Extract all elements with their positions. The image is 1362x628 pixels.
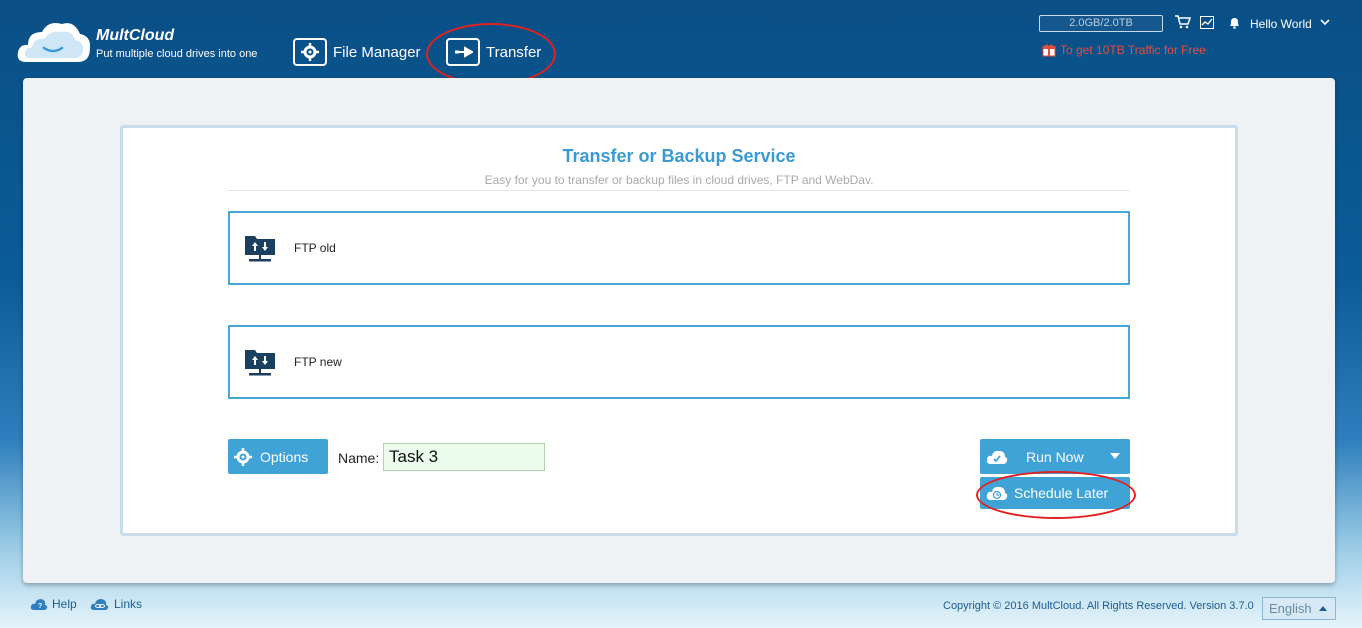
main-panel: Transfer or Backup Service Easy for you … (23, 78, 1335, 583)
cloud-clock-icon (986, 486, 1008, 500)
storage-usage: 2.0GB/2.0TB (1039, 15, 1163, 32)
link-cloud-icon (90, 598, 109, 610)
options-button[interactable]: Options (228, 439, 328, 474)
language-select[interactable]: English (1262, 597, 1336, 620)
divider (228, 190, 1130, 191)
help-label: Help (52, 597, 77, 611)
links-link[interactable]: Links (90, 597, 142, 611)
nav-transfer[interactable]: Transfer (446, 37, 541, 67)
nav-transfer-label: Transfer (486, 43, 542, 61)
gear-icon (234, 447, 252, 466)
user-name[interactable]: Hello World (1250, 17, 1312, 31)
header: MultCloud Put multiple cloud drives into… (0, 0, 1362, 85)
task-name-label: Name: (338, 450, 380, 466)
help-link[interactable]: ? Help (30, 597, 77, 611)
page-subtitle: Easy for you to transfer or backup files… (484, 173, 874, 187)
gear-folder-icon (293, 38, 327, 66)
multcloud-logo[interactable] (16, 18, 91, 66)
task-name-input[interactable] (383, 443, 545, 471)
chart-icon[interactable] (1200, 16, 1214, 29)
cloud-run-icon (986, 450, 1008, 464)
target-drive-label: FTP new (294, 355, 342, 369)
ftp-server-icon (245, 236, 275, 262)
brand-name: MultCloud (96, 27, 175, 44)
promo-text: To get 10TB Traffic for Free (1060, 43, 1206, 57)
run-now-label: Run Now (1026, 448, 1084, 465)
language-label: English (1269, 601, 1312, 616)
target-drive-box[interactable]: FTP new (228, 325, 1130, 399)
options-label: Options (260, 448, 309, 465)
links-label: Links (114, 597, 143, 611)
ftp-server-icon (245, 350, 275, 376)
bell-icon[interactable] (1229, 16, 1240, 29)
copyright-text: Copyright © 2016 MultCloud. All Rights R… (943, 600, 1254, 612)
nav-file-manager[interactable]: File Manager (293, 37, 421, 67)
promo-link[interactable]: To get 10TB Traffic for Free (1042, 43, 1206, 57)
caret-up-icon (1319, 606, 1327, 611)
nav-file-manager-label: File Manager (333, 43, 421, 61)
gift-icon (1042, 44, 1056, 57)
source-drive-box[interactable]: FTP old (228, 211, 1130, 285)
brand-tagline: Put multiple cloud drives into one (96, 48, 258, 60)
transfer-folder-icon (446, 38, 480, 66)
svg-text:?: ? (38, 603, 42, 610)
source-drive-label: FTP old (294, 241, 336, 255)
page-title: Transfer or Backup Service (562, 146, 796, 166)
chevron-down-icon[interactable] (1320, 18, 1330, 26)
run-now-button[interactable]: Run Now (980, 439, 1130, 474)
help-cloud-icon: ? (30, 598, 48, 610)
schedule-later-button[interactable]: Schedule Later (980, 477, 1130, 509)
cart-icon[interactable] (1175, 15, 1191, 29)
caret-down-icon[interactable] (1110, 453, 1120, 459)
schedule-later-label: Schedule Later (1014, 485, 1109, 501)
transfer-card: Transfer or Backup Service Easy for you … (120, 125, 1238, 536)
